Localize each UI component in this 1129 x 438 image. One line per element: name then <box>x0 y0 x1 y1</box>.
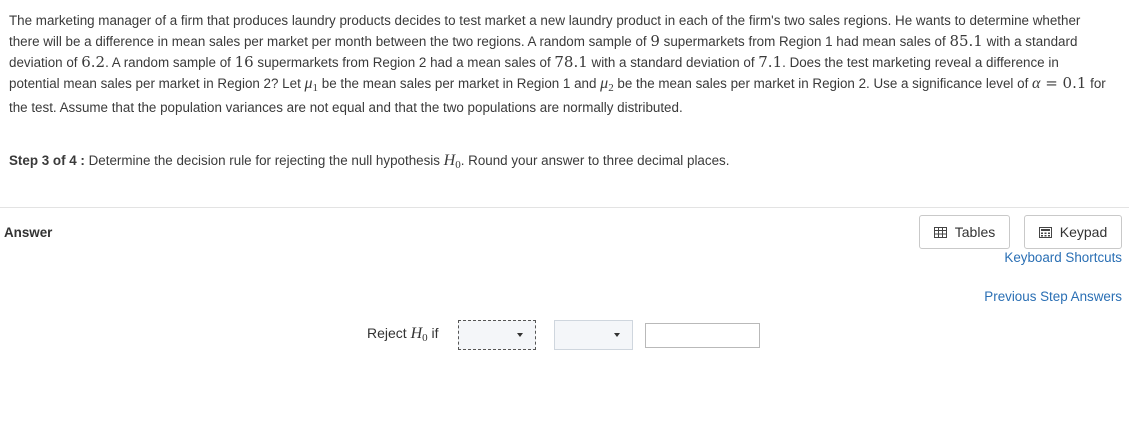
problem-text: be the mean sales per market in Region 2… <box>613 76 1033 91</box>
previous-step-answers-link[interactable]: Previous Step Answers <box>984 289 1122 304</box>
sample-sd-2: 7.1 <box>758 53 783 71</box>
critical-value-input[interactable] <box>645 323 760 348</box>
tables-label: Tables <box>954 224 996 240</box>
answer-heading: Answer <box>4 225 53 240</box>
question-page: The marketing manager of a firm that pro… <box>0 0 1129 438</box>
tables-button[interactable]: Tables <box>919 215 1010 249</box>
chevron-down-icon <box>517 333 523 337</box>
keypad-label: Keypad <box>1059 224 1108 240</box>
problem-text: be the mean sales per market in Region 1… <box>318 76 601 91</box>
step-text: Determine the decision rule for rejectin… <box>84 153 444 168</box>
problem-text: . A random sample of <box>105 55 235 70</box>
step-text: . Round your answer to three decimal pla… <box>460 153 730 168</box>
section-divider <box>0 207 1129 208</box>
sample-size-1: 9 <box>650 32 660 50</box>
step-instruction: Step 3 of 4 : Determine the decision rul… <box>9 152 729 171</box>
sample-mean-1: 85.1 <box>949 32 983 50</box>
sample-size-2: 16 <box>234 53 254 71</box>
sample-mean-2: 78.1 <box>554 53 588 71</box>
step-label: Step 3 of 4 : <box>9 153 85 168</box>
equals-sign: = <box>1040 74 1063 92</box>
keypad-button[interactable]: Keypad <box>1024 215 1122 249</box>
keypad-icon <box>1038 226 1052 238</box>
table-icon <box>933 226 947 238</box>
problem-text: supermarkets from Region 1 had mean sale… <box>659 34 950 49</box>
problem-text: with a standard deviation of <box>587 55 759 70</box>
sample-sd-1: 6.2 <box>81 53 106 71</box>
keyboard-shortcuts-link[interactable]: Keyboard Shortcuts <box>1004 250 1122 265</box>
null-hypothesis-symbol: H0 <box>443 152 461 171</box>
chevron-down-icon <box>614 333 620 337</box>
statistic-dropdown[interactable] <box>458 320 536 350</box>
problem-text: supermarkets from Region 2 had a mean sa… <box>253 55 555 70</box>
mu-1-symbol: μ1 <box>304 75 319 94</box>
null-hypothesis-symbol: H0 <box>410 325 428 344</box>
decision-rule-label: Reject H0 if <box>367 325 439 344</box>
problem-statement: The marketing manager of a firm that pro… <box>9 11 1113 118</box>
mu-2-symbol: μ2 <box>600 75 614 94</box>
comparison-dropdown[interactable] <box>554 320 633 350</box>
alpha-value: 0.1 <box>1062 74 1087 92</box>
